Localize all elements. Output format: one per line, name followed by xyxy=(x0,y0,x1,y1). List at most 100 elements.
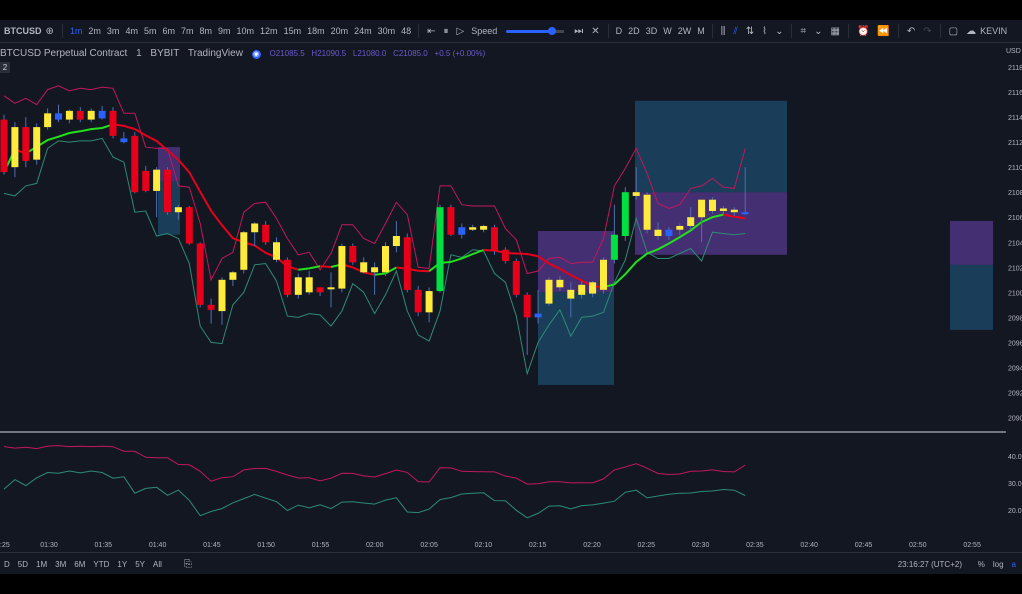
candle-01:49[interactable] xyxy=(262,224,270,243)
goto-date-icon[interactable]: ⎘ xyxy=(180,559,196,570)
price-axis[interactable]: 2118 2116 2114 2112 2110 2108 2106 2104 2102 2100… xyxy=(1008,65,1022,515)
auto-toggle[interactable]: a xyxy=(1008,560,1020,569)
candle-01:48[interactable] xyxy=(251,223,259,233)
candle-02:05[interactable] xyxy=(436,207,444,292)
candle-02:07[interactable] xyxy=(458,227,466,235)
candle-02:02[interactable] xyxy=(403,237,411,290)
time-tick: :25 xyxy=(0,542,10,549)
candle-01:51[interactable] xyxy=(283,259,291,295)
candle-01:56[interactable] xyxy=(338,246,346,289)
log-toggle[interactable]: log xyxy=(989,560,1008,569)
candle-01:25[interactable] xyxy=(0,119,8,173)
candle-01:54[interactable] xyxy=(316,287,324,293)
candle-01:47[interactable] xyxy=(240,232,248,270)
candle-02:15[interactable] xyxy=(545,279,553,304)
date-range-buttons: D 5D 1M 3M 6M YTD 1Y 5Y All xyxy=(0,560,166,569)
date-range-1M[interactable]: 1M xyxy=(32,560,51,569)
candle-01:38[interactable] xyxy=(142,170,150,191)
candle-01:32[interactable] xyxy=(76,110,84,120)
candle-02:25[interactable] xyxy=(654,229,662,236)
candle-01:33[interactable] xyxy=(87,110,95,120)
candle-01:26[interactable] xyxy=(11,127,19,168)
candle-02:00[interactable] xyxy=(382,246,389,273)
candle-02:23[interactable] xyxy=(632,192,640,196)
candle-02:19[interactable] xyxy=(589,282,597,294)
clock: 23:16:27 (UTC+2) xyxy=(897,559,962,569)
date-range-D[interactable]: D xyxy=(0,560,14,569)
candle-02:12[interactable] xyxy=(512,261,520,295)
date-range-1Y[interactable]: 1Y xyxy=(113,560,131,569)
candle-02:09[interactable] xyxy=(480,225,488,230)
candle-01:53[interactable] xyxy=(305,277,313,293)
target-zone[interactable] xyxy=(538,292,614,385)
price-tick: 2102 xyxy=(1008,265,1022,272)
candle-01:39[interactable] xyxy=(153,169,161,191)
candle-02:28[interactable] xyxy=(687,217,695,226)
zone-right-top[interactable] xyxy=(950,220,993,265)
price-tick: 2108 xyxy=(1008,190,1022,197)
candle-01:30[interactable] xyxy=(55,113,62,120)
ma-segment xyxy=(112,123,299,271)
date-range-5Y[interactable]: 5Y xyxy=(131,560,149,569)
candle-01:57[interactable] xyxy=(349,246,357,263)
candle-01:58[interactable] xyxy=(360,262,368,273)
date-range-YTD[interactable]: YTD xyxy=(89,560,113,569)
candle-02:01[interactable] xyxy=(392,236,400,247)
candle-02:21[interactable] xyxy=(610,234,618,260)
zone-right-bottom[interactable] xyxy=(950,264,993,330)
candle-02:33[interactable] xyxy=(741,212,749,215)
candle-01:45[interactable] xyxy=(218,279,226,312)
candle-01:52[interactable] xyxy=(294,277,302,295)
candle-01:43[interactable] xyxy=(196,243,204,305)
candle-01:46[interactable] xyxy=(229,272,237,280)
candle-02:27[interactable] xyxy=(676,225,684,230)
candle-01:35[interactable] xyxy=(109,110,117,136)
date-range-3M[interactable]: 3M xyxy=(51,560,70,569)
candle-02:22[interactable] xyxy=(621,192,629,236)
candle-01:50[interactable] xyxy=(273,242,280,260)
candle-02:29[interactable] xyxy=(698,199,706,218)
time-axis[interactable]: :25 01:30 01:35 01:40 01:45 01:50 01:55 02:00 02… xyxy=(0,542,981,549)
candle-02:18[interactable] xyxy=(578,284,586,295)
date-range-All[interactable]: All xyxy=(149,560,166,569)
candle-02:20[interactable] xyxy=(600,259,607,290)
candle-02:26[interactable] xyxy=(665,229,673,236)
chart-canvas[interactable]: 2118 2116 2114 2112 2110 2108 2106 2104 2102 2100… xyxy=(0,20,1022,552)
candle-02:03[interactable] xyxy=(414,289,422,313)
candle-01:59[interactable] xyxy=(371,267,379,273)
candle-02:04[interactable] xyxy=(425,291,433,313)
candle-02:32[interactable] xyxy=(730,209,738,213)
candle-01:41[interactable] xyxy=(174,207,182,213)
date-range-6M[interactable]: 6M xyxy=(70,560,89,569)
bottom-toolbar: D 5D 1M 3M 6M YTD 1Y 5Y All ⎘ 23:16:27 (UTC+2) %… xyxy=(0,552,1022,574)
candle-02:08[interactable] xyxy=(469,227,477,230)
candle-02:11[interactable] xyxy=(501,249,509,262)
indicator-tick: 30.0 xyxy=(1008,481,1022,488)
candle-01:34[interactable] xyxy=(98,110,106,119)
candle-01:29[interactable] xyxy=(44,113,52,128)
candle-01:31[interactable] xyxy=(65,110,73,120)
candle-02:06[interactable] xyxy=(447,207,455,235)
take-profit-zone[interactable] xyxy=(635,100,787,193)
candle-01:40[interactable] xyxy=(164,169,171,213)
candle-02:31[interactable] xyxy=(719,208,727,211)
candle-02:14[interactable] xyxy=(534,313,542,318)
candle-01:42[interactable] xyxy=(185,207,193,244)
candle-02:17[interactable] xyxy=(567,289,575,299)
candle-02:13[interactable] xyxy=(523,294,531,318)
price-tick: 2090 xyxy=(1008,415,1022,422)
candle-01:36[interactable] xyxy=(120,138,128,143)
price-tick: 2098 xyxy=(1008,315,1022,322)
candle-01:44[interactable] xyxy=(207,304,215,310)
candle-01:37[interactable] xyxy=(131,135,139,193)
time-tick: 02:20 xyxy=(583,542,601,549)
percent-toggle[interactable]: % xyxy=(974,560,989,569)
candle-02:24[interactable] xyxy=(643,194,651,230)
candle-02:30[interactable] xyxy=(709,199,716,211)
candle-01:28[interactable] xyxy=(33,127,41,160)
candle-01:27[interactable] xyxy=(22,127,30,161)
date-range-5D[interactable]: 5D xyxy=(14,560,32,569)
candle-01:55[interactable] xyxy=(327,287,335,290)
candle-02:16[interactable] xyxy=(556,279,564,288)
candle-02:10[interactable] xyxy=(491,227,498,252)
